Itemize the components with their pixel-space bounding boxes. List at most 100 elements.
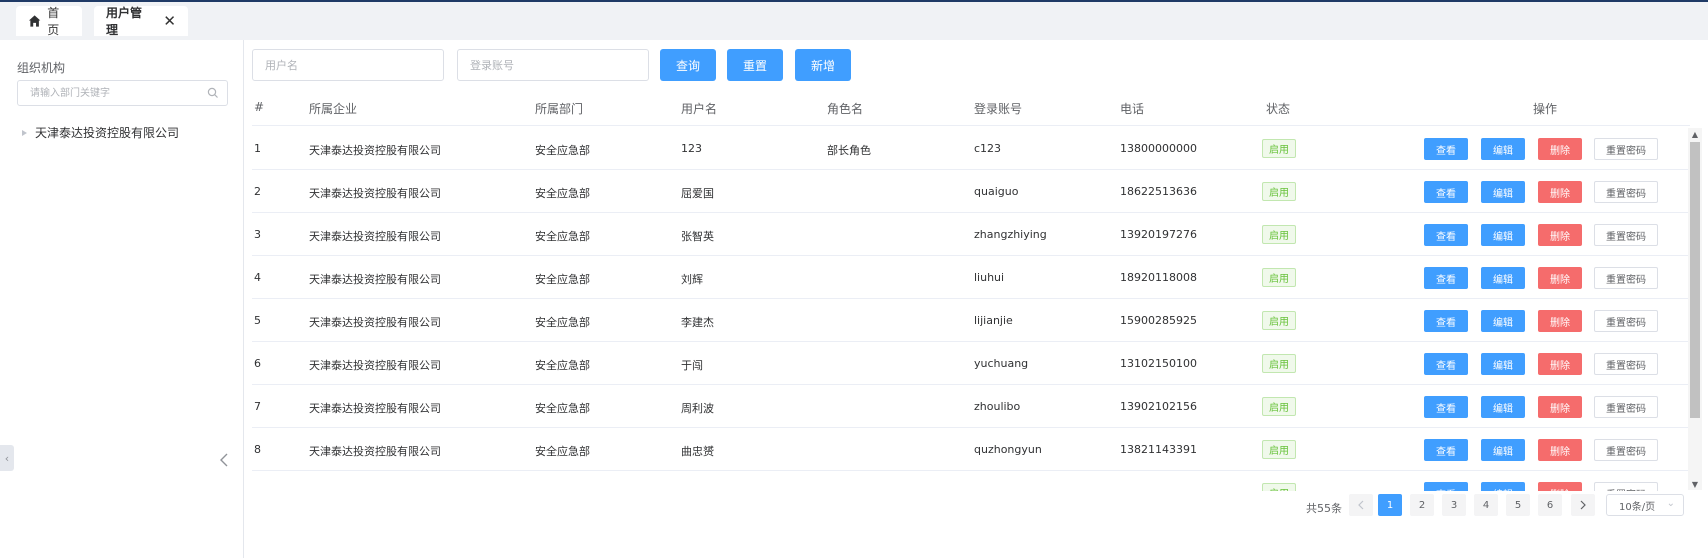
home-icon: [28, 15, 41, 27]
page-button[interactable]: 2: [1410, 494, 1434, 516]
view-button[interactable]: 查看: [1424, 396, 1468, 418]
edit-button[interactable]: 编辑: [1481, 396, 1525, 418]
query-button[interactable]: 查询: [660, 49, 716, 81]
cell-username: 李建杰: [681, 316, 714, 329]
cell-account: lijianjie: [974, 314, 1013, 327]
cell-role: 部长角色: [827, 144, 871, 157]
cell-username: 于闯: [681, 359, 703, 372]
close-icon[interactable]: ✕: [163, 13, 176, 29]
pagination-total: 共55条: [1306, 502, 1342, 515]
status-badge: 启用: [1262, 483, 1296, 491]
page-button[interactable]: 1: [1378, 494, 1402, 516]
scroll-thumb[interactable]: [1690, 142, 1700, 418]
reset-password-button[interactable]: 重置密码: [1594, 396, 1658, 418]
view-button[interactable]: 查看: [1424, 181, 1468, 203]
cell-company: 天津泰达投资控股有限公司: [309, 144, 441, 157]
edit-button[interactable]: 编辑: [1481, 439, 1525, 461]
view-button[interactable]: 查看: [1424, 224, 1468, 246]
header-dept: 所属部门: [535, 102, 584, 116]
caret-right-icon[interactable]: [22, 129, 27, 136]
prev-page-button[interactable]: [1349, 494, 1373, 516]
delete-button[interactable]: 删除: [1538, 396, 1582, 418]
page-button[interactable]: 6: [1538, 494, 1562, 516]
header-actions: 操作: [1533, 102, 1558, 116]
page-button[interactable]: 5: [1506, 494, 1530, 516]
table-row: 7 天津泰达投资控股有限公司 安全应急部 周利波 zhoulibo 13902102156…: [252, 385, 1690, 428]
reset-button[interactable]: 重置: [727, 49, 783, 81]
cell-dept: 安全应急部: [535, 402, 590, 415]
next-page-button[interactable]: [1571, 494, 1595, 516]
cell-phone: 15900285925: [1120, 314, 1197, 327]
edit-button[interactable]: 编辑: [1481, 310, 1525, 332]
cell-company: 天津泰达投资控股有限公司: [309, 187, 441, 200]
edit-button[interactable]: 编辑: [1481, 224, 1525, 246]
view-button[interactable]: 查看: [1424, 310, 1468, 332]
cell-account: liuhui: [974, 271, 1005, 284]
reset-password-button[interactable]: 重置密码: [1594, 439, 1658, 461]
main-panel: 查询 重置 新增 # 所属企业 所属部门 用户名 角色名 登录账号 电话 状态 …: [244, 40, 1708, 558]
view-button[interactable]: 查看: [1424, 482, 1468, 491]
dept-search-input[interactable]: [18, 81, 198, 105]
edit-button[interactable]: 编辑: [1481, 267, 1525, 289]
table-row: 2 天津泰达投资控股有限公司 安全应急部 屈爱国 quaiguo 18622513636 启…: [252, 170, 1690, 213]
reset-password-button[interactable]: 重置密码: [1594, 353, 1658, 375]
tab-home[interactable]: 首页: [16, 6, 82, 37]
account-input[interactable]: [458, 50, 648, 80]
delete-button[interactable]: 删除: [1538, 310, 1582, 332]
view-button[interactable]: 查看: [1424, 267, 1468, 289]
search-icon[interactable]: [207, 87, 219, 99]
cell-account: quzhongyun: [974, 443, 1042, 456]
cell-username: 屈爱国: [681, 187, 714, 200]
page-size-select[interactable]: 10条/页 ⌄: [1606, 494, 1684, 516]
cell-company: 天津泰达投资控股有限公司: [309, 316, 441, 329]
reset-password-button[interactable]: 重置密码: [1594, 224, 1658, 246]
delete-button[interactable]: 删除: [1538, 224, 1582, 246]
reset-password-button[interactable]: 重置密码: [1594, 310, 1658, 332]
scroll-down-icon[interactable]: ▼: [1688, 478, 1702, 490]
edit-button[interactable]: 编辑: [1481, 181, 1525, 203]
edit-button[interactable]: 编辑: [1481, 482, 1525, 491]
username-input[interactable]: [253, 50, 443, 80]
add-button[interactable]: 新增: [795, 49, 851, 81]
delete-button[interactable]: 删除: [1538, 482, 1582, 491]
reset-password-button[interactable]: 重置密码: [1594, 267, 1658, 289]
status-badge: 启用: [1262, 268, 1296, 287]
reset-password-button[interactable]: 重置密码: [1594, 181, 1658, 203]
header-account: 登录账号: [974, 102, 1023, 116]
view-button[interactable]: 查看: [1424, 439, 1468, 461]
page-button[interactable]: 4: [1474, 494, 1498, 516]
delete-button[interactable]: 删除: [1538, 138, 1582, 160]
cell-company: 天津泰达投资控股有限公司: [309, 359, 441, 372]
delete-button[interactable]: 删除: [1538, 181, 1582, 203]
table-scrollbar[interactable]: ▲ ▼: [1688, 128, 1702, 490]
cell-index: 2: [254, 185, 261, 198]
cell-dept: 安全应急部: [535, 359, 590, 372]
view-button[interactable]: 查看: [1424, 353, 1468, 375]
header-username: 用户名: [681, 102, 718, 116]
tree-node-label: 天津泰达投资控股有限公司: [35, 126, 180, 140]
view-button[interactable]: 查看: [1424, 138, 1468, 160]
cell-dept: 安全应急部: [535, 230, 590, 243]
cell-account: yuchuang: [974, 357, 1029, 370]
cell-company: 天津泰达投资控股有限公司: [309, 273, 441, 286]
cell-index: 5: [254, 314, 261, 327]
sidebar-expand-handle[interactable]: ‹: [0, 445, 14, 471]
cell-account: zhangzhiying: [974, 228, 1047, 241]
chevron-left-icon[interactable]: [218, 452, 230, 468]
page-size-label: 10条/页: [1619, 501, 1656, 513]
tab-user-management[interactable]: 用户管理 ✕: [94, 6, 188, 37]
delete-button[interactable]: 删除: [1538, 267, 1582, 289]
reset-password-button[interactable]: 重置密码: [1594, 482, 1658, 491]
page-button[interactable]: 3: [1442, 494, 1466, 516]
delete-button[interactable]: 删除: [1538, 439, 1582, 461]
header-phone: 电话: [1120, 102, 1145, 116]
edit-button[interactable]: 编辑: [1481, 138, 1525, 160]
edit-button[interactable]: 编辑: [1481, 353, 1525, 375]
chevron-left-icon: [1358, 500, 1364, 510]
cell-index: 4: [254, 271, 261, 284]
delete-button[interactable]: 删除: [1538, 353, 1582, 375]
tree-node-root[interactable]: 天津泰达投资控股有限公司: [22, 124, 179, 141]
reset-password-button[interactable]: 重置密码: [1594, 138, 1658, 160]
scroll-up-icon[interactable]: ▲: [1688, 128, 1702, 140]
dept-search-box: [17, 80, 228, 106]
